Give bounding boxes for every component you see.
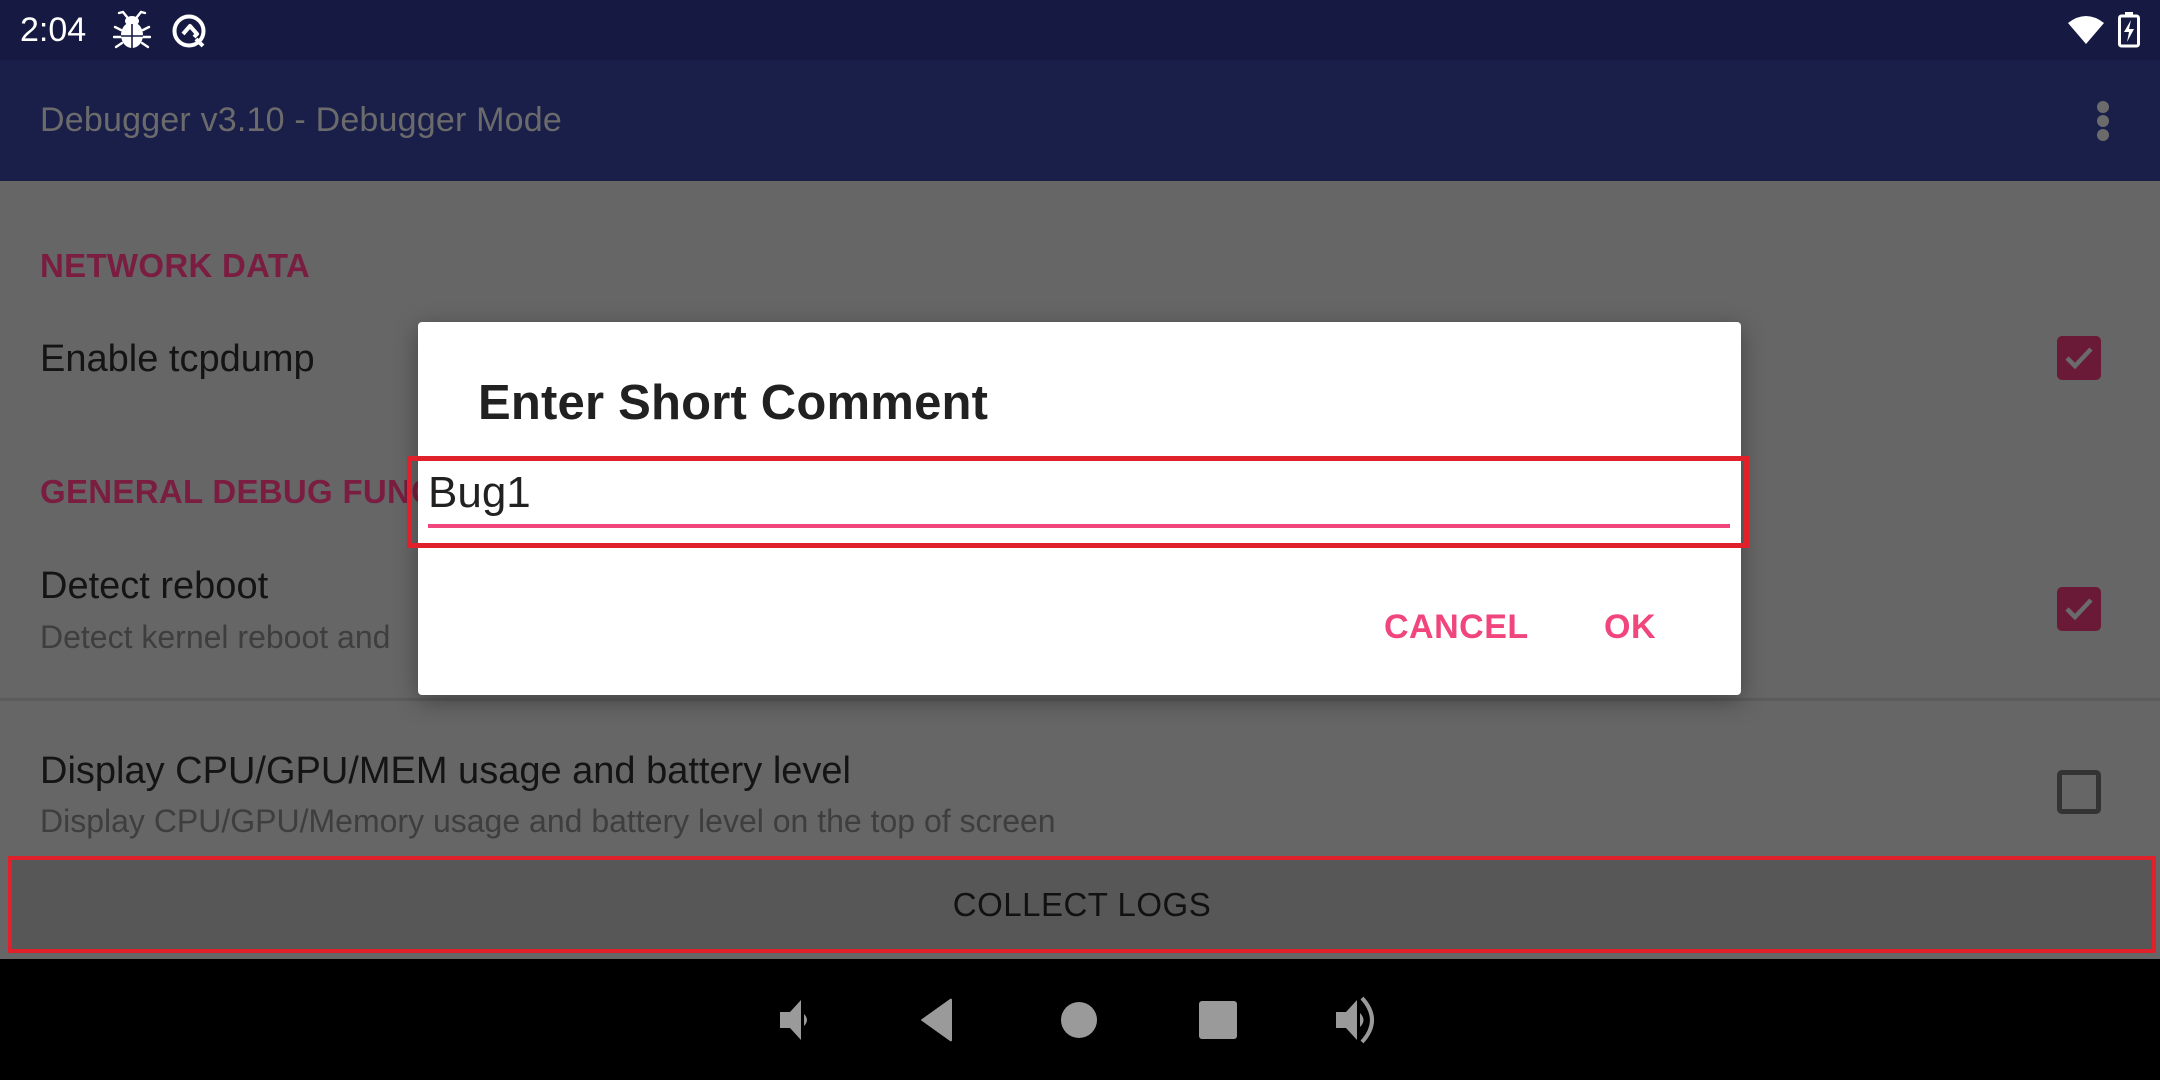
checkmark-icon (2065, 347, 2093, 370)
setting-detect-reboot-summary: Detect kernel reboot and (40, 619, 391, 655)
setting-display-usage-summary: Display CPU/GPU/Memory usage and battery… (40, 803, 1056, 839)
section-header-general-debug: GENERAL DEBUG FUNC (40, 473, 436, 510)
collect-logs-button[interactable]: COLLECT LOGS (8, 856, 2156, 953)
detect-reboot-checkbox[interactable] (2057, 587, 2101, 631)
setting-enable-tcpdump[interactable]: Enable tcpdump (40, 336, 315, 382)
wifi-icon (2068, 16, 2104, 44)
tcpdump-checkbox[interactable] (2057, 336, 2101, 380)
setting-detect-reboot[interactable]: Detect reboot (40, 563, 268, 609)
display-usage-checkbox[interactable] (2057, 770, 2101, 814)
checkmark-icon (2065, 598, 2093, 621)
input-highlight-box (407, 456, 1749, 548)
bug-icon (113, 10, 151, 49)
more-vert-icon[interactable] (2088, 96, 2118, 146)
status-time: 2:04 (20, 11, 87, 49)
collect-logs-label: COLLECT LOGS (952, 885, 1212, 923)
setting-display-usage[interactable]: Display CPU/GPU/MEM usage and battery le… (40, 748, 851, 794)
back-icon[interactable] (908, 990, 968, 1050)
cancel-button[interactable]: CANCEL (1384, 600, 1528, 654)
battery-charging-icon (2118, 12, 2140, 48)
volume-down-icon[interactable] (770, 990, 830, 1050)
home-icon[interactable] (1049, 990, 1109, 1050)
q-logo-icon (172, 14, 206, 48)
status-bar (0, 0, 2160, 60)
section-header-network-data: NETWORK DATA (40, 247, 311, 284)
recents-icon[interactable] (1188, 990, 1248, 1050)
app-title: Debugger v3.10 - Debugger Mode (40, 101, 562, 139)
ok-button[interactable]: OK (1602, 600, 1658, 654)
list-divider (0, 698, 2160, 701)
dialog-title: Enter Short Comment (478, 376, 989, 430)
volume-up-icon[interactable] (1330, 990, 1390, 1050)
